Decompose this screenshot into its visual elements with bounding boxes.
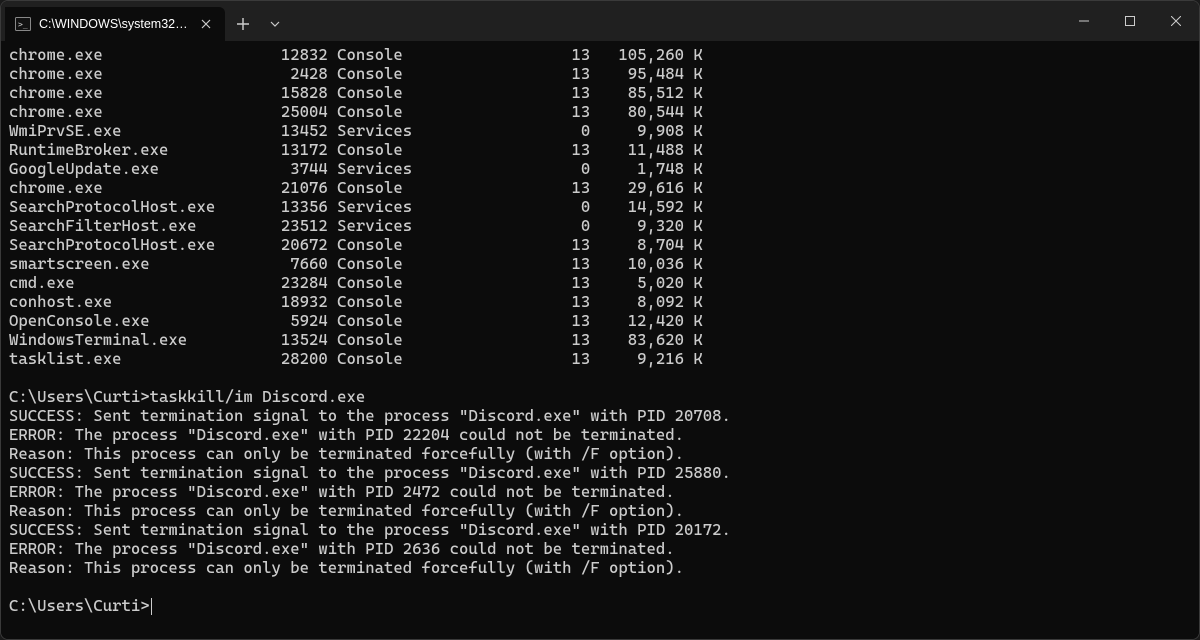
- terminal-window: >_ C:\WINDOWS\system32\cmd.: [0, 0, 1200, 640]
- blank-line: [9, 368, 1191, 387]
- tasklist-row: tasklist.exe 28200 Console 13 9,216 K: [9, 349, 1191, 368]
- tab-dropdown-button[interactable]: [261, 7, 289, 41]
- result-line: ERROR: The process "Discord.exe" with PI…: [9, 425, 1191, 444]
- tab-close-button[interactable]: [197, 15, 215, 33]
- result-line: ERROR: The process "Discord.exe" with PI…: [9, 539, 1191, 558]
- blank-line: [9, 577, 1191, 596]
- cursor: [151, 598, 152, 615]
- titlebar-drag-region[interactable]: [289, 1, 1061, 41]
- minimize-button[interactable]: [1061, 1, 1107, 41]
- svg-text:>_: >_: [18, 20, 28, 29]
- tasklist-row: chrome.exe 21076 Console 13 29,616 K: [9, 178, 1191, 197]
- tab-active[interactable]: >_ C:\WINDOWS\system32\cmd.: [5, 7, 225, 41]
- result-line: Reason: This process can only be termina…: [9, 444, 1191, 463]
- result-line: SUCCESS: Sent termination signal to the …: [9, 520, 1191, 539]
- prompt-line: C:\Users\Curti>taskkill/im Discord.exe: [9, 387, 1191, 406]
- tab-title: C:\WINDOWS\system32\cmd.: [39, 17, 189, 31]
- tasklist-row: smartscreen.exe 7660 Console 13 10,036 K: [9, 254, 1191, 273]
- terminal-output[interactable]: chrome.exe 12832 Console 13 105,260 Kchr…: [1, 41, 1199, 639]
- prompt-line: C:\Users\Curti>: [9, 596, 1191, 615]
- tasklist-row: SearchProtocolHost.exe 20672 Console 13 …: [9, 235, 1191, 254]
- tab-actions: [225, 1, 289, 41]
- result-line: ERROR: The process "Discord.exe" with PI…: [9, 482, 1191, 501]
- tasklist-row: chrome.exe 12832 Console 13 105,260 K: [9, 45, 1191, 64]
- result-line: Reason: This process can only be termina…: [9, 501, 1191, 520]
- titlebar: >_ C:\WINDOWS\system32\cmd.: [1, 1, 1199, 41]
- tasklist-row: RuntimeBroker.exe 13172 Console 13 11,48…: [9, 140, 1191, 159]
- result-line: SUCCESS: Sent termination signal to the …: [9, 406, 1191, 425]
- result-line: SUCCESS: Sent termination signal to the …: [9, 463, 1191, 482]
- tasklist-row: conhost.exe 18932 Console 13 8,092 K: [9, 292, 1191, 311]
- tasklist-row: chrome.exe 15828 Console 13 85,512 K: [9, 83, 1191, 102]
- tasklist-row: SearchProtocolHost.exe 13356 Services 0 …: [9, 197, 1191, 216]
- tasklist-row: cmd.exe 23284 Console 13 5,020 K: [9, 273, 1191, 292]
- close-button[interactable]: [1153, 1, 1199, 41]
- tasklist-row: GoogleUpdate.exe 3744 Services 0 1,748 K: [9, 159, 1191, 178]
- tasklist-row: WmiPrvSE.exe 13452 Services 0 9,908 K: [9, 121, 1191, 140]
- window-controls: [1061, 1, 1199, 41]
- tasklist-row: OpenConsole.exe 5924 Console 13 12,420 K: [9, 311, 1191, 330]
- new-tab-button[interactable]: [225, 7, 261, 41]
- tasklist-row: chrome.exe 25004 Console 13 80,544 K: [9, 102, 1191, 121]
- tasklist-row: WindowsTerminal.exe 13524 Console 13 83,…: [9, 330, 1191, 349]
- tasklist-row: chrome.exe 2428 Console 13 95,484 K: [9, 64, 1191, 83]
- maximize-button[interactable]: [1107, 1, 1153, 41]
- tasklist-row: SearchFilterHost.exe 23512 Services 0 9,…: [9, 216, 1191, 235]
- cmd-icon: >_: [15, 16, 31, 32]
- result-line: Reason: This process can only be termina…: [9, 558, 1191, 577]
